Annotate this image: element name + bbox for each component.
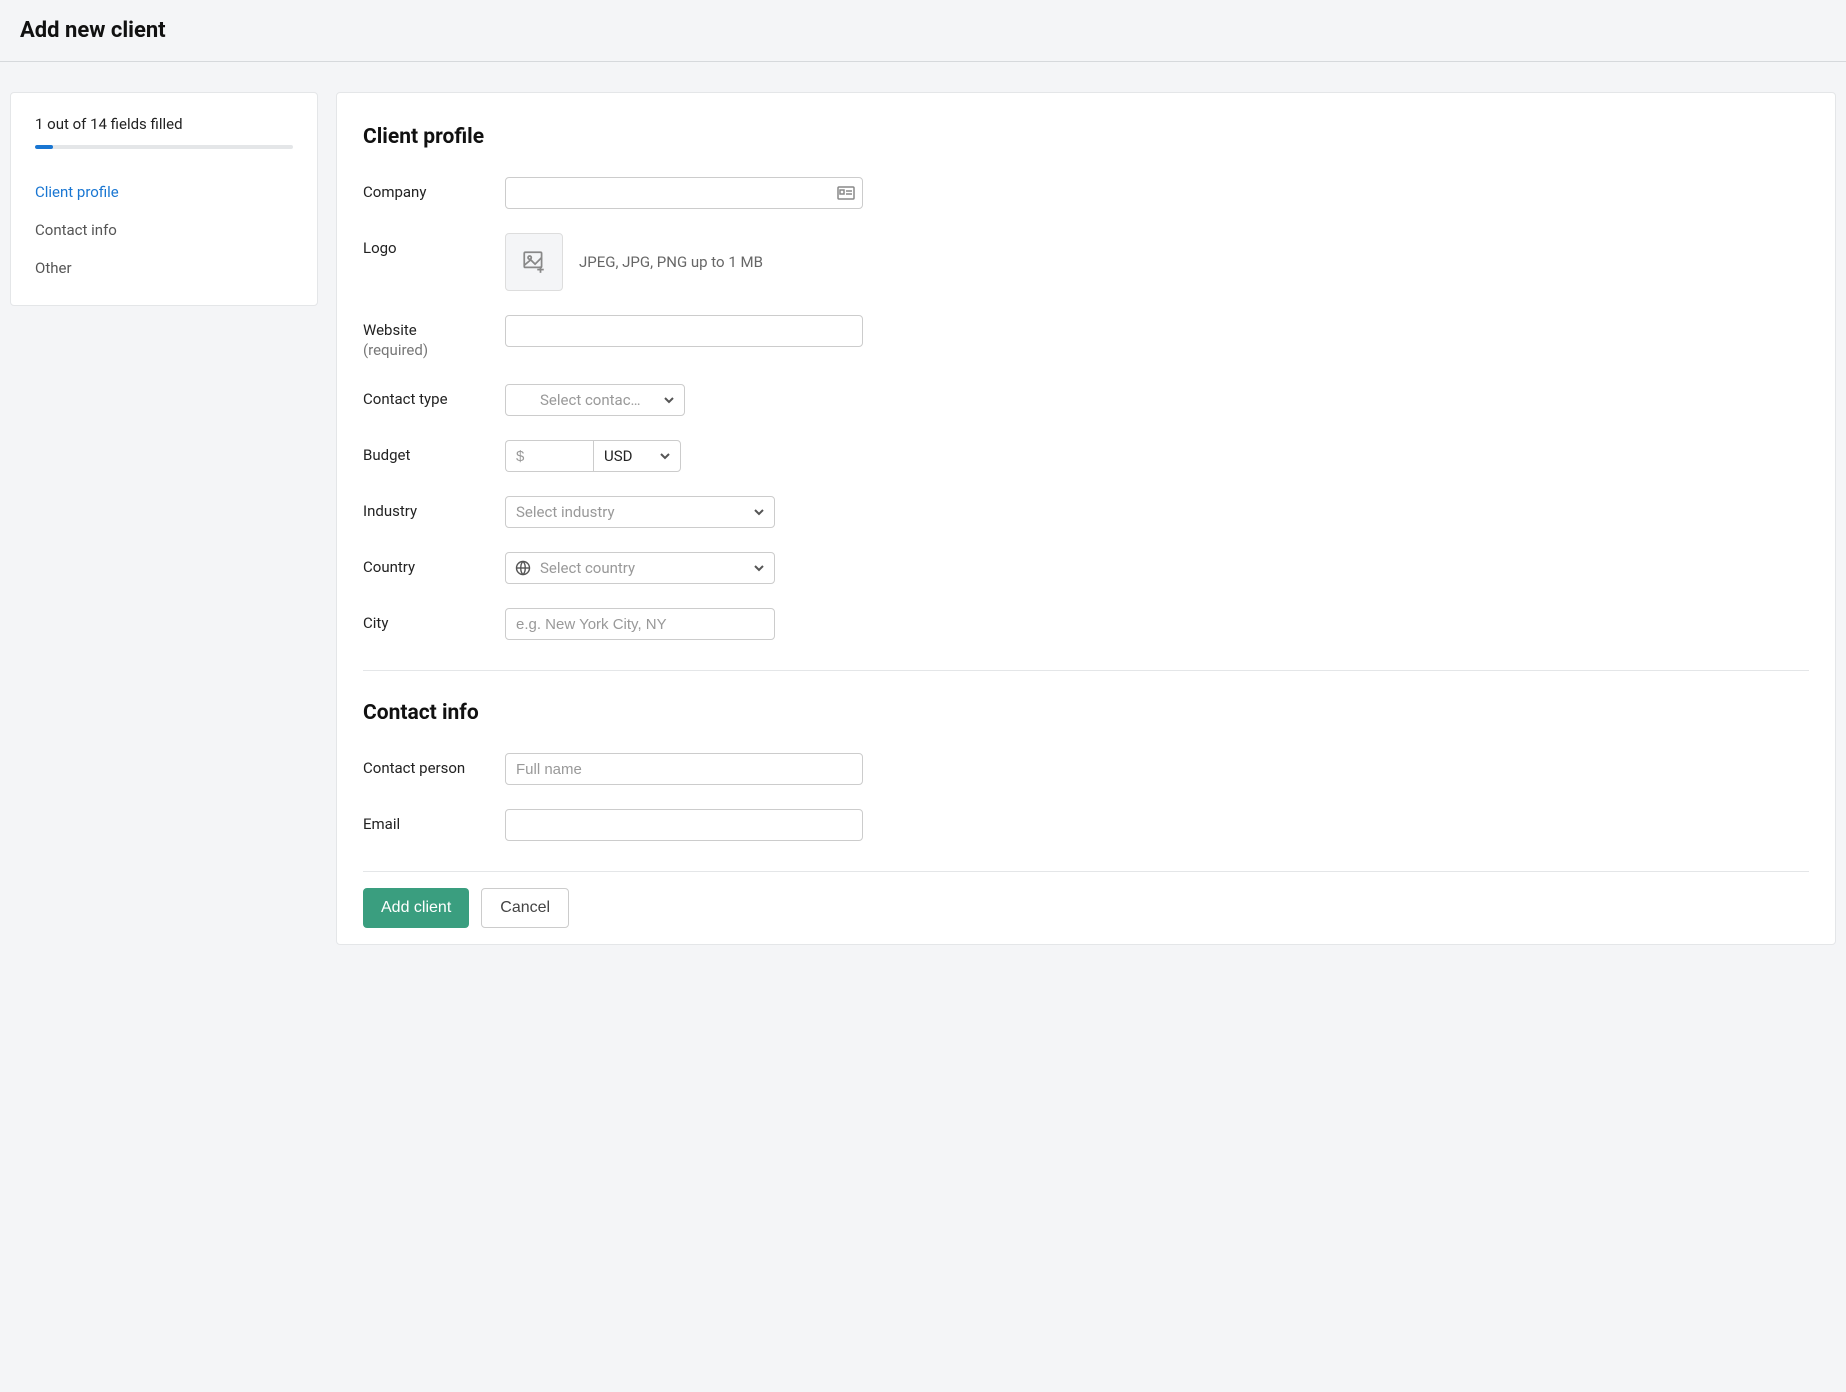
sidebar-card: 1 out of 14 fields filled Client profile… xyxy=(10,92,318,306)
label-contact-person: Contact person xyxy=(363,753,505,779)
sidebar: 1 out of 14 fields filled Client profile… xyxy=(10,92,318,945)
label-company: Company xyxy=(363,177,505,203)
currency-select[interactable]: USD xyxy=(593,440,681,472)
row-country: Country Select country xyxy=(363,552,1809,584)
industry-select[interactable]: Select industry xyxy=(505,496,775,528)
id-card-icon xyxy=(837,186,855,200)
progress-bar xyxy=(35,145,293,149)
row-contact-type: Contact type Select contac… xyxy=(363,384,1809,416)
logo-upload[interactable] xyxy=(505,233,563,291)
progress-fill xyxy=(35,145,53,149)
page-title: Add new client xyxy=(20,18,1826,43)
sidebar-nav: Client profile Contact info Other xyxy=(35,173,293,287)
row-industry: Industry Select industry xyxy=(363,496,1809,528)
contact-type-select[interactable]: Select contac… xyxy=(505,384,685,416)
add-client-button[interactable]: Add client xyxy=(363,888,469,928)
row-city: City xyxy=(363,608,1809,640)
section-contact-info: Contact info Contact person Email xyxy=(363,701,1809,841)
label-logo: Logo xyxy=(363,233,505,259)
image-add-icon xyxy=(521,249,547,275)
label-industry: Industry xyxy=(363,496,505,522)
section-title-client-profile: Client profile xyxy=(363,125,1809,149)
row-website: Website (required) xyxy=(363,315,1809,360)
row-budget: Budget USD xyxy=(363,440,1809,472)
label-budget: Budget xyxy=(363,440,505,466)
main-panel: Client profile Company xyxy=(336,92,1836,945)
section-client-profile: Client profile Company xyxy=(363,125,1809,640)
label-website-sub: (required) xyxy=(363,341,505,361)
label-contact-type: Contact type xyxy=(363,384,505,410)
email-input[interactable] xyxy=(505,809,863,841)
page-header: Add new client xyxy=(0,0,1846,62)
logo-hint: JPEG, JPG, PNG up to 1 MB xyxy=(579,253,763,271)
label-email: Email xyxy=(363,809,505,835)
row-company: Company xyxy=(363,177,1809,209)
row-logo: Logo JPEG, JPG, PN xyxy=(363,233,1809,291)
contact-person-input[interactable] xyxy=(505,753,863,785)
row-email: Email xyxy=(363,809,1809,841)
label-website: Website (required) xyxy=(363,315,505,360)
website-input[interactable] xyxy=(505,315,863,347)
section-divider xyxy=(363,670,1809,671)
nav-contact-info[interactable]: Contact info xyxy=(35,211,293,249)
label-country: Country xyxy=(363,552,505,578)
nav-client-profile[interactable]: Client profile xyxy=(35,173,293,211)
progress-label: 1 out of 14 fields filled xyxy=(35,115,293,133)
budget-input[interactable] xyxy=(505,440,593,472)
city-input[interactable] xyxy=(505,608,775,640)
company-input[interactable] xyxy=(505,177,863,209)
form-footer: Add client Cancel xyxy=(363,871,1809,944)
content-container: 1 out of 14 fields filled Client profile… xyxy=(0,62,1846,955)
row-contact-person: Contact person xyxy=(363,753,1809,785)
label-city: City xyxy=(363,608,505,634)
section-title-contact-info: Contact info xyxy=(363,701,1809,725)
country-select[interactable]: Select country xyxy=(505,552,775,584)
label-website-text: Website xyxy=(363,321,417,339)
nav-other[interactable]: Other xyxy=(35,249,293,287)
cancel-button[interactable]: Cancel xyxy=(481,888,569,928)
